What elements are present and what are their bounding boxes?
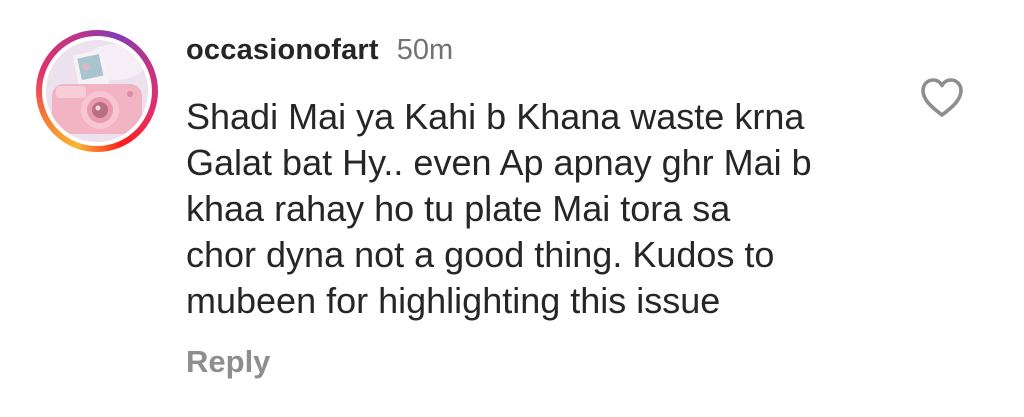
username-link[interactable]: occasionofart <box>186 34 379 67</box>
avatar-ring-gap <box>42 36 152 146</box>
avatar-camera-image <box>46 40 148 142</box>
avatar[interactable] <box>46 40 148 142</box>
comment-text: Shadi Mai ya Kahi b Khana waste krna Gal… <box>186 96 812 321</box>
reply-button[interactable]: Reply <box>186 344 270 380</box>
comment-timestamp: 50m <box>396 34 454 66</box>
avatar-story-ring[interactable] <box>36 30 158 152</box>
heart-outline-icon <box>921 78 963 117</box>
comment-item: occasionofart 50m Shadi Mai ya Kahi b Kh… <box>0 0 1024 417</box>
like-button[interactable] <box>918 74 966 122</box>
comment-header: occasionofart 50m <box>186 34 453 74</box>
